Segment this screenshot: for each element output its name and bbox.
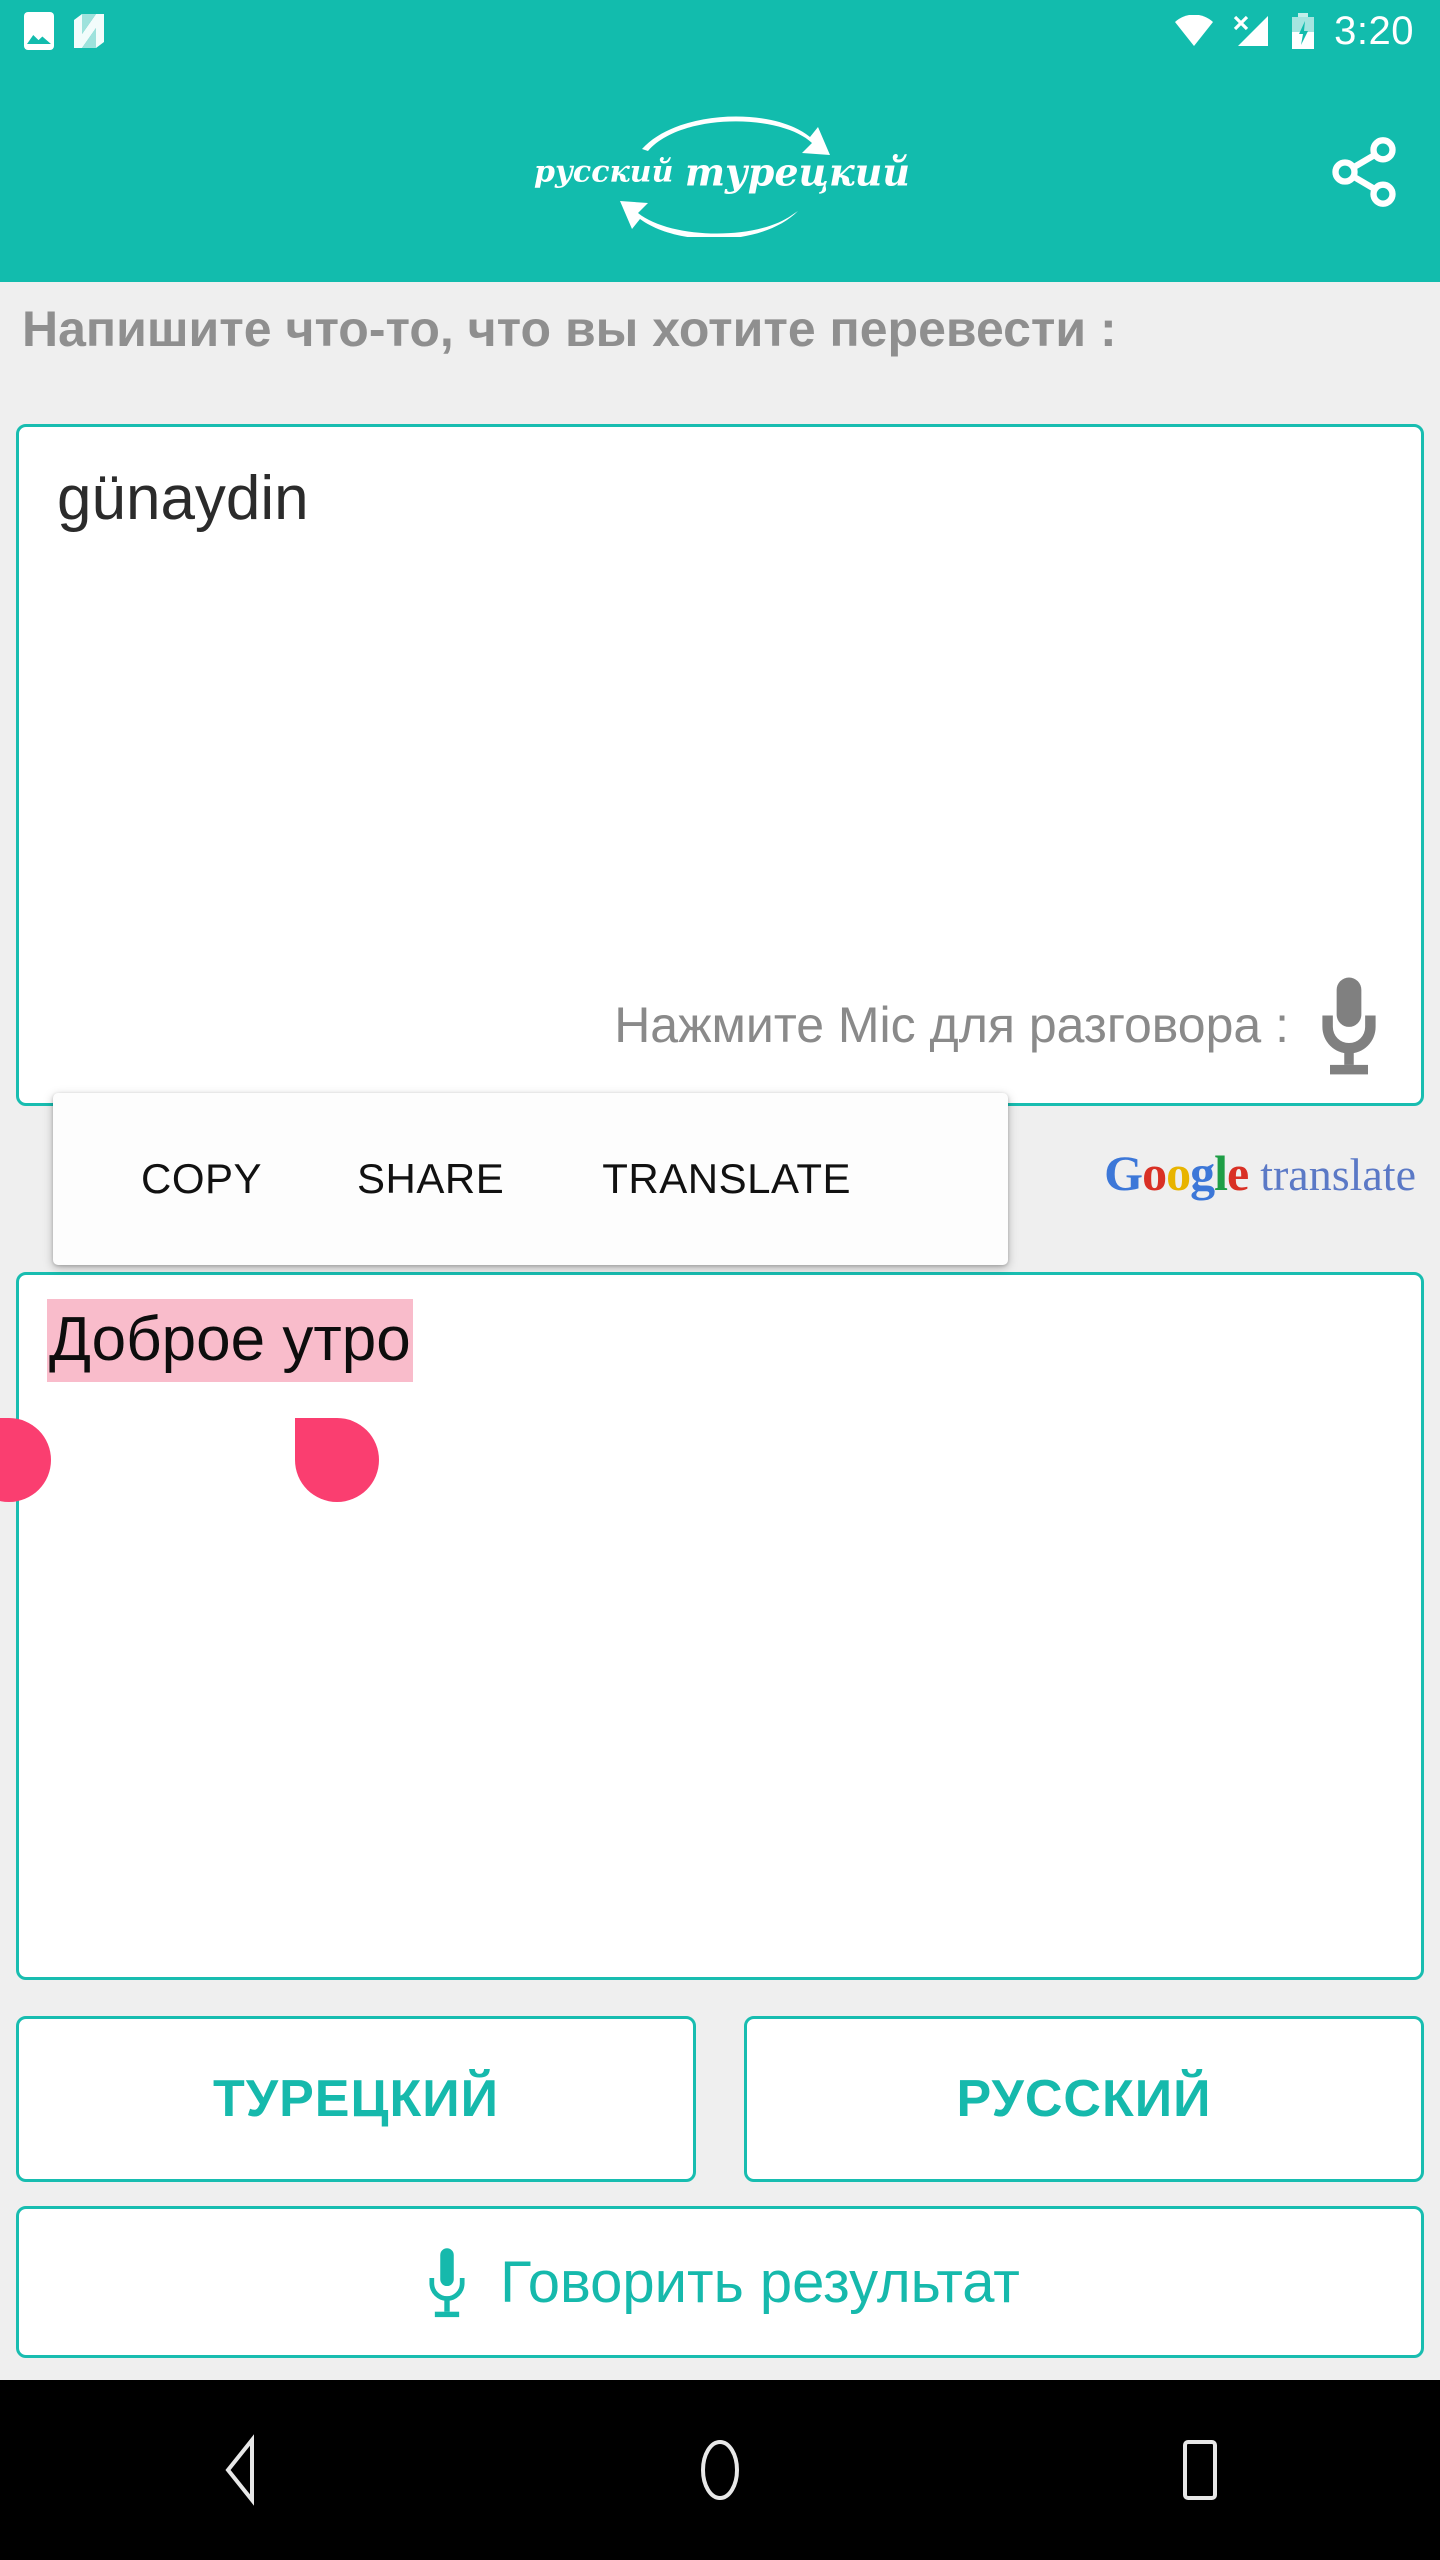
text-selection-action-menu: COPY SHARE TRANSLATE xyxy=(53,1093,1008,1265)
logo-target-language: турецкий xyxy=(684,149,910,195)
gt-letter-o2: o xyxy=(1166,1145,1191,1201)
result-text-value: Доброе утро xyxy=(47,1299,413,1383)
target-language-label: РУССКИЙ xyxy=(956,2070,1212,2128)
gt-letter-g: G xyxy=(1104,1145,1143,1201)
battery-charging-icon xyxy=(1292,13,1315,49)
signal-off-icon xyxy=(1234,15,1269,46)
gt-letter-g2: g xyxy=(1190,1145,1215,1201)
menu-item-share[interactable]: SHARE xyxy=(357,1155,504,1203)
recents-icon xyxy=(1183,2440,1217,2500)
source-text-input[interactable]: günaydin Нажмите Mic для разговора : xyxy=(16,424,1424,1106)
status-bar: 3:20 xyxy=(0,0,1440,62)
photos-icon xyxy=(24,12,54,50)
logo-source-language: русский xyxy=(534,154,674,190)
selection-handle-right[interactable] xyxy=(295,1418,379,1502)
microphone-icon[interactable] xyxy=(1311,973,1387,1077)
source-text-value: günaydin xyxy=(57,464,309,533)
menu-item-copy[interactable]: COPY xyxy=(141,1155,262,1203)
microphone-icon xyxy=(429,2248,465,2318)
mic-hint-row: Нажмите Mic для разговора : xyxy=(614,973,1387,1077)
source-language-button[interactable]: ТУРЕЦКИЙ xyxy=(16,2016,696,2182)
share-icon xyxy=(1332,137,1396,207)
share-button[interactable] xyxy=(1318,126,1410,218)
android-nav-bar xyxy=(0,2380,1440,2560)
mic-hint-label: Нажмите Mic для разговора : xyxy=(614,997,1289,1053)
target-language-button[interactable]: РУССКИЙ xyxy=(744,2016,1424,2182)
back-icon xyxy=(225,2434,254,2506)
app-logo: русский турецкий xyxy=(530,107,910,237)
result-text-wrap: Доброе утро xyxy=(47,1299,413,1383)
language-selector-row: ТУРЕЦКИЙ РУССКИЙ xyxy=(16,2016,1424,2182)
app-root: 3:20 русский турецкий Напишите что-то, ч… xyxy=(0,0,1440,2560)
speak-result-button[interactable]: Говорить результат xyxy=(16,2206,1424,2358)
selection-handle-left[interactable] xyxy=(0,1418,51,1502)
gt-letter-e: e xyxy=(1226,1145,1249,1201)
home-icon xyxy=(701,2440,739,2500)
status-bar-clock: 3:20 xyxy=(1334,9,1414,53)
menu-item-translate[interactable]: TRANSLATE xyxy=(602,1155,851,1203)
speak-result-label: Говорить результат xyxy=(500,2249,1020,2315)
app-bar: русский турецкий xyxy=(0,62,1440,282)
wifi-icon xyxy=(1175,15,1214,46)
nav-home-button[interactable] xyxy=(645,2410,795,2530)
google-translate-logo: Google translate xyxy=(1104,1144,1416,1202)
gt-letter-l: l xyxy=(1214,1145,1228,1201)
status-bar-right-icons: 3:20 xyxy=(1174,11,1440,51)
source-language-label: ТУРЕЦКИЙ xyxy=(213,2070,499,2128)
instruction-label: Напишите что-то, что вы хотите перевести… xyxy=(22,301,1117,357)
nav-back-button[interactable] xyxy=(165,2410,315,2530)
nfc-icon xyxy=(74,14,104,48)
status-bar-left-icons xyxy=(0,12,106,50)
gt-word-translate: translate xyxy=(1260,1149,1416,1200)
gt-letter-o1: o xyxy=(1142,1145,1167,1201)
result-text-output[interactable]: Доброе утро xyxy=(0,1272,1424,1980)
nav-recents-button[interactable] xyxy=(1125,2410,1275,2530)
